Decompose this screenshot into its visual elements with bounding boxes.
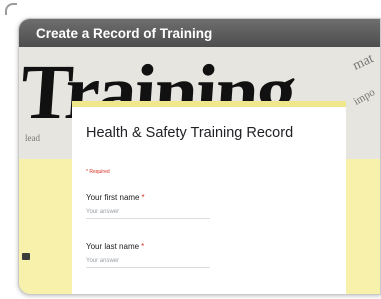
required-note: * Required [86, 169, 110, 175]
last-name-label-text: Your last name [86, 242, 140, 251]
corner-mark [5, 3, 17, 15]
first-name-label: Your first name * [86, 193, 145, 202]
form-title: Health & Safety Training Record [86, 125, 294, 141]
card-title: Create a Record of Training [36, 26, 213, 41]
banner-fragment-1: mat [350, 51, 376, 74]
banner-fragment-2: impo [351, 86, 378, 108]
last-name-input[interactable]: Your answer [86, 257, 210, 268]
first-name-label-text: Your first name [86, 193, 140, 202]
card-header: Create a Record of Training [19, 19, 380, 47]
comment-icon[interactable] [22, 253, 30, 260]
banner-fragment-3: lead [25, 133, 40, 143]
first-name-input[interactable]: Your answer [86, 208, 210, 219]
required-star: * [141, 193, 145, 202]
embedded-form-card: Create a Record of Training Training mat… [18, 18, 381, 295]
google-form: Health & Safety Training Record * Requir… [72, 101, 346, 294]
required-star: * [141, 242, 145, 251]
last-name-label: Your last name * [86, 242, 144, 251]
